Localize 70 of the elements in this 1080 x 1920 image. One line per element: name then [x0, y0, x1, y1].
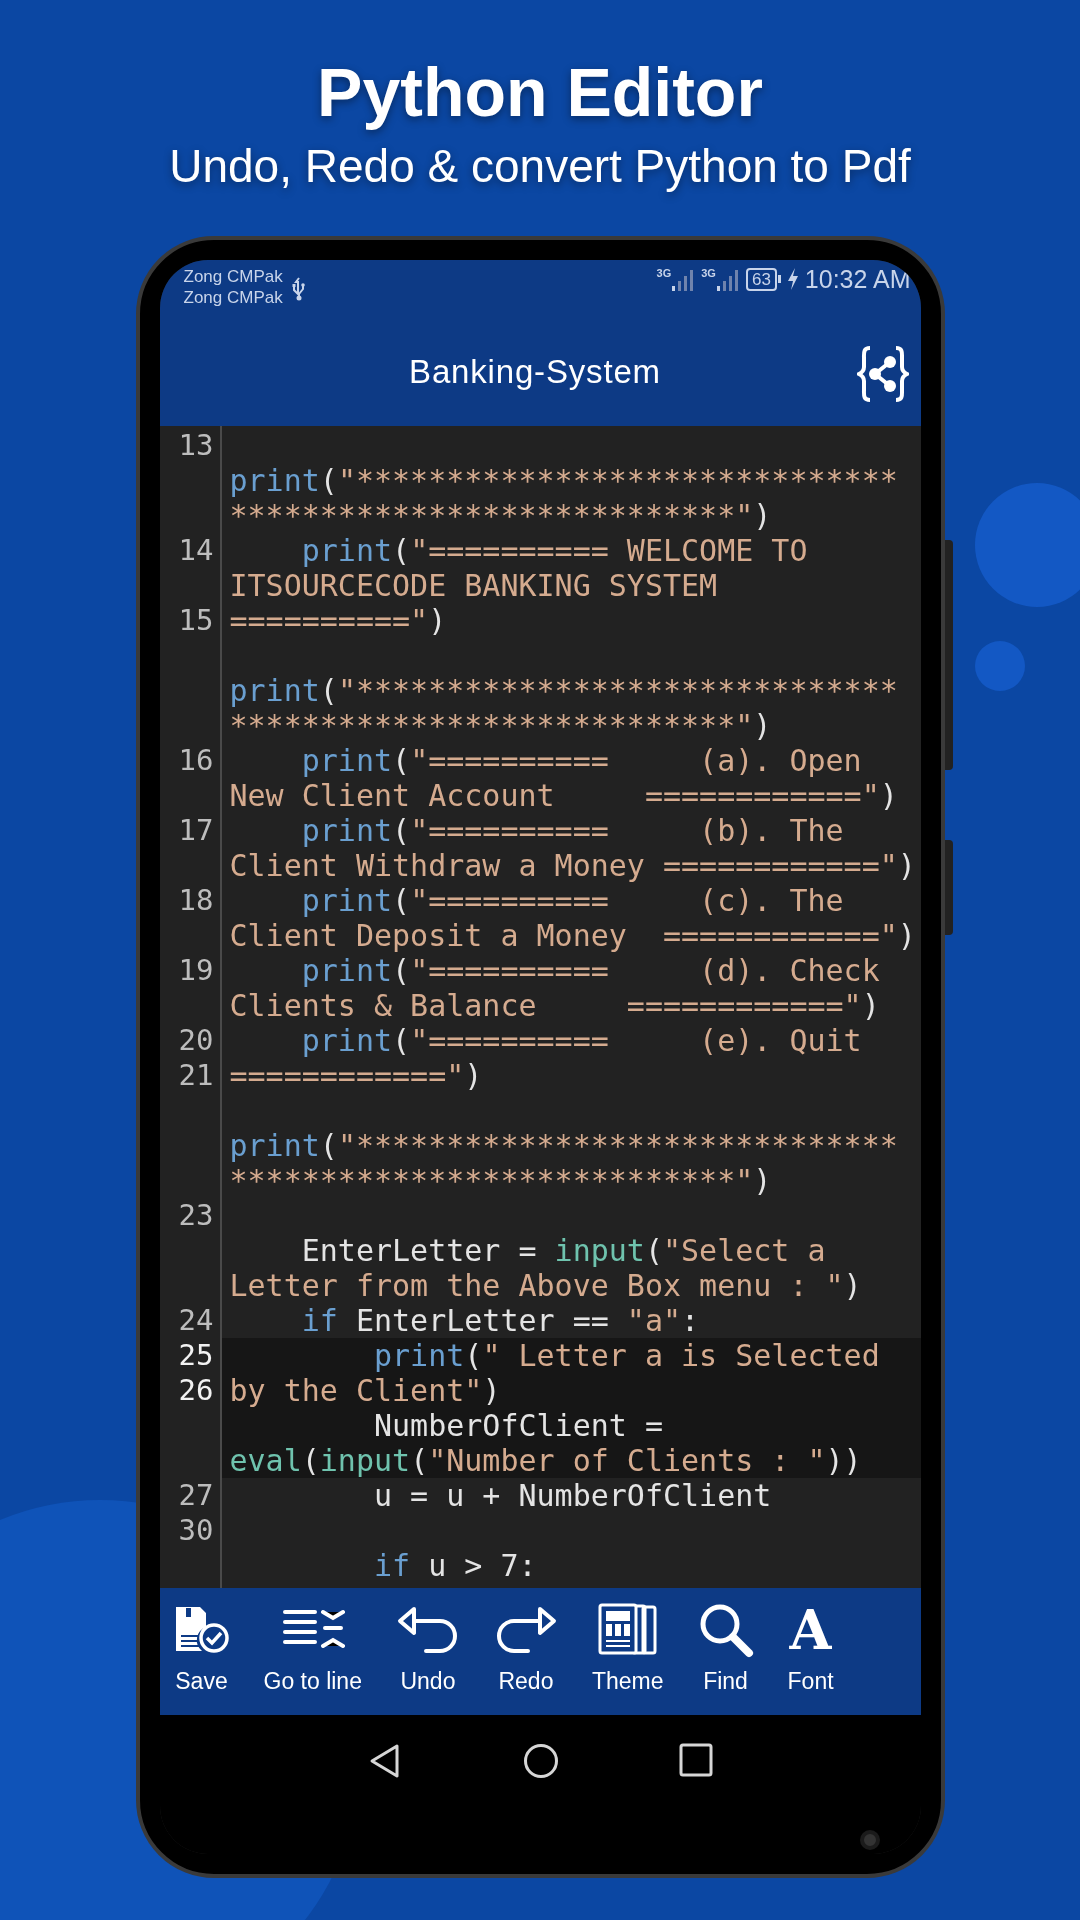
toolbar-button[interactable]: Save	[173, 1588, 230, 1696]
toolbar-button[interactable]: Redo	[493, 1588, 558, 1696]
battery-level: 63	[745, 267, 777, 291]
line-number: 16	[178, 743, 214, 777]
network-type: 3G	[656, 267, 672, 279]
code-line: Letter from the Above Box menu : ")	[229, 1268, 862, 1303]
theme-cards-icon	[596, 1603, 659, 1657]
line-number: 24	[178, 1303, 214, 1337]
promo-subtitle: Undo, Redo & convert Python to Pdf	[169, 139, 911, 194]
code-line: EnterLetter = input("Select a	[300, 1233, 826, 1268]
toolbar-button[interactable]: Undo	[395, 1588, 460, 1696]
toolbar-button[interactable]: Find	[697, 1588, 754, 1696]
line-number: 17	[178, 813, 214, 847]
share-code-icon[interactable]	[856, 345, 909, 403]
code-line: ****************************")	[229, 708, 772, 743]
line-number: 21	[178, 1058, 214, 1092]
code-line: print("******************************	[229, 463, 898, 498]
carrier-name: Zong CMPak	[183, 287, 283, 308]
line-number: 14	[178, 533, 214, 567]
code-line: print("========== (a). Open	[300, 743, 862, 778]
code-line: print("========== (c). The	[300, 883, 844, 918]
toolbar-button[interactable]: Go to line	[263, 1588, 362, 1696]
home-icon[interactable]	[523, 1743, 559, 1779]
code-line: print("========== (b). The	[300, 813, 844, 848]
code-line: if u > 7:	[373, 1548, 537, 1583]
code-line: Client Deposit a Money ============")	[229, 918, 916, 953]
code-line: print("******************************	[229, 1128, 898, 1163]
code-line: NumberOfClient =	[373, 1408, 663, 1443]
code-line: print(" Letter a is Selected	[373, 1338, 880, 1373]
code-line: ==========")	[229, 603, 447, 638]
signal-icon	[715, 269, 740, 291]
undo-icon	[395, 1605, 460, 1655]
recents-icon[interactable]	[679, 1743, 713, 1777]
usb-icon	[290, 277, 307, 301]
promo-title: Python Editor	[317, 53, 763, 132]
line-number: 26	[178, 1373, 214, 1407]
network-type: 3G	[701, 267, 716, 279]
charging-icon	[786, 268, 799, 290]
code-line: New Client Account ============")	[229, 778, 898, 813]
line-number: 13	[178, 428, 214, 462]
code-line: print("========== (e). Quit	[300, 1023, 862, 1058]
line-number: 20	[178, 1023, 214, 1057]
code-line: eval(input("Number of Clients : "))	[229, 1443, 862, 1478]
line-number: 27	[178, 1478, 214, 1512]
line-number: 23	[178, 1198, 214, 1232]
code-line: ============")	[229, 1058, 483, 1093]
line-number: 25	[178, 1338, 214, 1372]
code-line: u = u + NumberOfClient	[373, 1478, 772, 1513]
line-number: 18	[178, 883, 214, 917]
code-line: Clients & Balance ============")	[229, 988, 880, 1023]
carrier-name: Zong CMPak	[183, 266, 283, 287]
code-line: ****************************")	[229, 1163, 772, 1198]
code-line: print("========== (d). Check	[300, 953, 880, 988]
app-title: Banking-System	[409, 352, 661, 393]
battery-tip	[777, 275, 781, 283]
signal-icon	[671, 269, 696, 291]
line-number: 19	[178, 953, 214, 987]
save-icon	[173, 1605, 230, 1655]
code-line: ****************************")	[229, 498, 772, 533]
code-line: ITSOURCECODE BANKING SYSTEM	[229, 568, 718, 603]
code-line: Client Withdraw a Money ============")	[229, 848, 916, 883]
line-number: 15	[178, 603, 214, 637]
line-number: 30	[178, 1513, 214, 1547]
code-line: by the Client")	[229, 1373, 501, 1408]
code-line: print("========== WELCOME TO	[300, 533, 808, 568]
code-line: print("******************************	[229, 673, 898, 708]
toolbar-button[interactable]: Theme	[591, 1588, 664, 1696]
toolbar-button[interactable]: A Font	[787, 1588, 834, 1696]
font-icon: A	[789, 1602, 832, 1658]
code-line: if EnterLetter == "a":	[300, 1303, 700, 1338]
